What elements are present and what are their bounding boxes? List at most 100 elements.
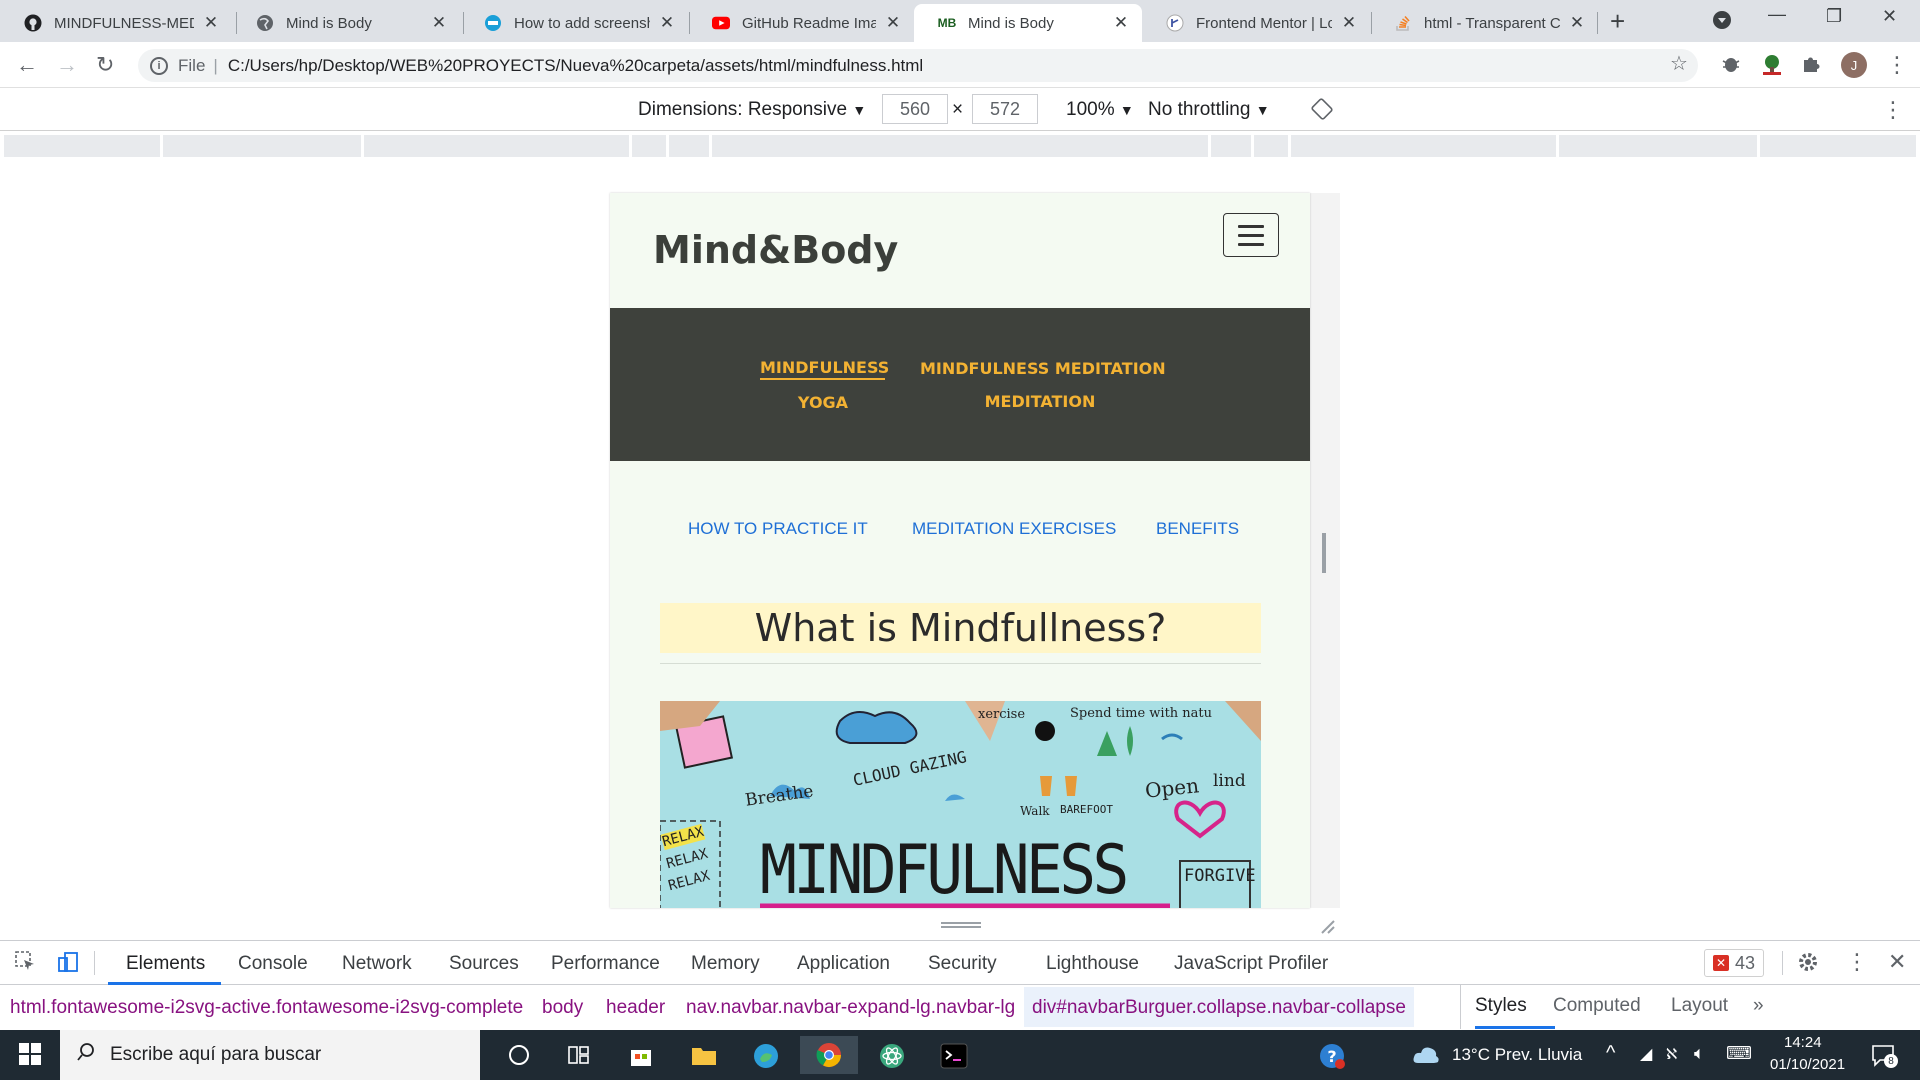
media-query-segment[interactable] [163,135,361,157]
inspect-element-icon[interactable] [14,950,38,980]
tab-layout[interactable]: Layout [1671,995,1728,1017]
windows-start-icon[interactable] [18,1042,44,1068]
tab-github[interactable]: MINDFULNESS-MEDIT ✕ [0,4,232,42]
close-icon[interactable]: ✕ [1340,13,1358,33]
url-text[interactable]: C:/Users/hp/Desktop/WEB%20PROYECTS/Nueva… [228,56,923,76]
tab-mind-is-body-active[interactable]: MB Mind is Body ✕ [914,4,1142,42]
tab-computed[interactable]: Computed [1553,995,1641,1017]
media-query-segment[interactable] [669,135,709,157]
media-query-segment[interactable] [4,135,160,157]
error-count-badge[interactable]: ✕ 43 [1704,949,1765,977]
nav-link-mindfulness-meditation[interactable]: MINDFULNESS MEDITATION [920,359,1166,378]
chrome-menu-icon[interactable]: ⋮ [1886,52,1908,78]
media-query-segment[interactable] [364,135,629,157]
tab-stackoverflow[interactable]: html - Transparent CS ✕ [1370,4,1598,42]
weather-cloud-icon[interactable] [1412,1043,1439,1069]
back-button[interactable]: ← [16,52,38,78]
profile-avatar[interactable]: J [1841,52,1867,78]
site-brand[interactable]: Mind&Body [653,228,898,272]
minimize-button[interactable]: — [1768,4,1786,25]
tab-elements[interactable]: Elements [126,953,205,975]
chevron-up-icon[interactable]: ^ [1606,1042,1615,1065]
volume-icon[interactable]: 🔈︎ [1694,1043,1705,1064]
network-icon[interactable]: ◢ [1640,1044,1652,1064]
edge-icon[interactable] [752,1042,778,1068]
taskbar-search-box[interactable]: Escribe aquí para buscar [60,1030,480,1080]
close-icon[interactable]: ✕ [430,13,448,33]
clock-date[interactable]: 01/10/2021 [1770,1056,1845,1073]
close-icon[interactable]: ✕ [1568,13,1586,33]
settings-gear-icon[interactable] [1796,950,1820,980]
tab-security[interactable]: Security [928,953,997,975]
tab-sources[interactable]: Sources [449,953,519,975]
subnav-benefits[interactable]: BENEFITS [1156,519,1239,539]
close-window-button[interactable]: ✕ [1882,6,1897,27]
breadcrumb-navbar-collapse[interactable]: div#navbarBurguer.collapse.navbar-collap… [1024,987,1414,1027]
tab-styles[interactable]: Styles [1475,995,1527,1017]
throttling-dropdown[interactable]: No throttling ▼ [1148,99,1270,121]
tab-lighthouse[interactable]: Lighthouse [1046,953,1139,975]
bug-extension-icon[interactable] [1720,53,1742,75]
device-toolbar-menu-icon[interactable]: ⋮ [1882,97,1904,123]
cortana-icon[interactable] [506,1042,532,1068]
notifications-icon[interactable]: 8 [1870,1042,1898,1068]
tab-javascript-profiler[interactable]: JavaScript Profiler [1174,953,1328,975]
task-view-icon[interactable] [566,1042,592,1068]
subnav-how-to-practice[interactable]: HOW TO PRACTICE IT [688,519,868,539]
close-icon[interactable]: ✕ [1112,13,1130,33]
media-query-segment[interactable] [1760,135,1916,157]
forward-button[interactable]: → [56,52,78,78]
tab-network[interactable]: Network [342,953,412,975]
weather-text[interactable]: 13°C Prev. Lluvia [1452,1045,1582,1065]
subnav-meditation-exercises[interactable]: MEDITATION EXERCISES [912,519,1116,539]
clock-time[interactable]: 14:24 [1784,1034,1822,1051]
rotate-icon[interactable] [1310,97,1334,127]
more-tabs-chevron-icon[interactable]: » [1753,995,1764,1017]
devtools-menu-icon[interactable]: ⋮ [1846,949,1868,975]
corner-resize-handle[interactable] [1316,915,1336,941]
close-icon[interactable]: ✕ [202,13,220,33]
puzzle-extensions-icon[interactable] [1800,53,1822,75]
tab-github-readme-image[interactable]: GitHub Readme Image ✕ [688,4,914,42]
tab-memory[interactable]: Memory [691,953,760,975]
bookmark-star-icon[interactable]: ☆ [1670,51,1688,76]
tree-extension-icon[interactable] [1760,53,1782,75]
breadcrumb-html[interactable]: html.fontawesome-i2svg-active.fontawesom… [10,997,523,1019]
close-icon[interactable]: ✕ [658,13,676,33]
omnibox[interactable]: i File | C:/Users/hp/Desktop/WEB%20PROYE… [138,49,1698,82]
media-query-segment[interactable] [1559,135,1757,157]
store-icon[interactable] [628,1042,654,1068]
tab-mind-is-body-1[interactable]: Mind is Body ✕ [232,4,460,42]
right-resize-handle[interactable] [1322,533,1326,573]
new-tab-button[interactable]: + [1610,6,1625,37]
breadcrumb-header[interactable]: header [606,997,665,1019]
chrome-taskbar-button[interactable] [800,1036,858,1074]
dimensions-dropdown[interactable]: Dimensions: Responsive ▼ [638,99,866,121]
breadcrumb-body[interactable]: body [542,997,583,1019]
restore-button[interactable]: ❐ [1826,6,1842,27]
width-input[interactable]: 560 [882,94,948,124]
media-query-segment[interactable] [1254,135,1288,157]
breadcrumb-nav[interactable]: nav.navbar.navbar-expand-lg.navbar-lg [686,997,1015,1019]
device-toggle-icon[interactable] [56,950,80,980]
atom-app-icon[interactable] [878,1042,904,1068]
keyboard-icon[interactable]: ⌨ [1726,1043,1752,1064]
media-query-segment[interactable] [712,135,1208,157]
terminal-icon[interactable] [940,1042,968,1069]
media-query-segment[interactable] [1211,135,1251,157]
tab-frontend-mentor[interactable]: Frontend Mentor | Lo ✕ [1142,4,1370,42]
close-icon[interactable]: ✕ [884,13,902,33]
nav-link-meditation[interactable]: MEDITATION [920,392,1160,411]
reload-button[interactable]: ↻ [96,52,114,78]
language-icon[interactable]: ℵ [1666,1045,1677,1063]
tab-console[interactable]: Console [238,953,308,975]
nav-link-yoga[interactable]: YOGA [760,393,886,412]
tab-search-icon[interactable] [1712,10,1732,35]
tab-application[interactable]: Application [797,953,890,975]
tab-how-to-add-screenshot[interactable]: How to add screensho ✕ [460,4,688,42]
bottom-resize-handle[interactable] [941,922,981,928]
close-devtools-icon[interactable]: ✕ [1888,949,1906,975]
media-query-segment[interactable] [632,135,666,157]
zoom-dropdown[interactable]: 100% ▼ [1066,99,1134,121]
help-icon[interactable]: ? [1318,1042,1345,1069]
